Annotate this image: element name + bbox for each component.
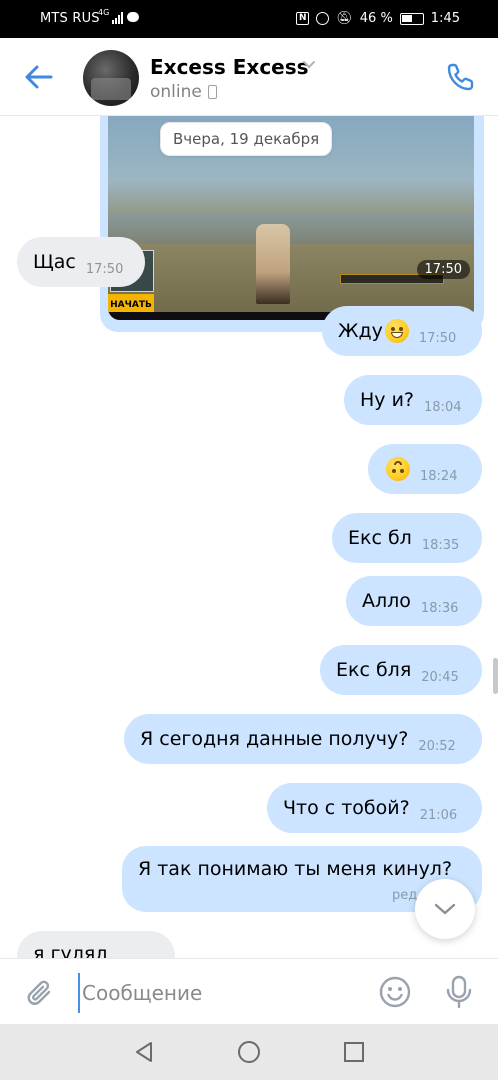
message-time: 17:50 [416, 260, 470, 279]
scrollbar[interactable] [493, 658, 498, 694]
status-right-group: N 🔕︎ 46 % 1:45 [296, 11, 460, 26]
clock: 1:45 [430, 11, 460, 26]
message-text: Алло [362, 590, 411, 612]
nav-recent-apps-icon[interactable] [343, 1041, 365, 1063]
outgoing-message[interactable]: Екс бля 20:45 [320, 645, 482, 695]
message-text: Что с тобой? [283, 797, 410, 819]
message-text: Жду [338, 320, 383, 342]
message-text: Ну и? [360, 389, 415, 411]
status-bar: MTS RUS 4G N 🔕︎ 46 % 1:45 [0, 0, 498, 38]
message-text: Я сегодня данные получу? [140, 728, 409, 750]
battery-percent: 46 % [359, 11, 393, 26]
message-notification-icon [127, 12, 139, 22]
message-time: 18:35 [421, 537, 460, 553]
mobile-device-icon [208, 85, 217, 99]
message-text: Екс бл [348, 527, 412, 549]
nav-back-icon[interactable] [132, 1040, 156, 1064]
incoming-message[interactable]: я гулял [17, 931, 175, 958]
message-time: 18:24 [420, 468, 458, 484]
message-text: Я так понимаю ты меня кинул? [138, 858, 453, 880]
chevron-down-icon [434, 903, 456, 915]
date-separator: Вчера, 19 декабря [160, 122, 333, 156]
mute-icon: 🔕︎ [336, 11, 353, 26]
outgoing-message[interactable]: Екс бл 18:35 [332, 513, 482, 563]
message-text: Екс бля [336, 659, 412, 681]
avatar[interactable] [83, 50, 139, 106]
network-type-label: 4G [98, 8, 110, 17]
phone-icon [447, 63, 474, 91]
outgoing-message[interactable]: Алло 18:36 [346, 576, 482, 626]
message-time: 20:45 [421, 669, 459, 685]
scroll-to-bottom-button[interactable] [415, 879, 475, 939]
message-input[interactable] [78, 973, 358, 1013]
message-time: 17:50 [85, 261, 124, 277]
nav-home-icon[interactable] [237, 1040, 261, 1064]
system-navigation-bar [0, 1024, 498, 1080]
message-text: я гулял [33, 943, 108, 958]
call-button[interactable] [444, 60, 478, 94]
online-status: online [150, 82, 202, 102]
edited-label: ред [392, 888, 418, 903]
outgoing-message[interactable]: Я сегодня данные получу? 20:52 [124, 714, 482, 764]
voice-message-button[interactable] [444, 975, 474, 1009]
message-time: 18:04 [424, 399, 462, 415]
attach-button[interactable] [24, 977, 56, 1009]
outgoing-message[interactable]: Жду 17:50 [322, 306, 482, 356]
battery-icon [399, 12, 424, 25]
message-time: 21:06 [419, 807, 458, 823]
message-time: 18:36 [420, 600, 459, 616]
outgoing-message[interactable]: 18:24 [368, 444, 482, 494]
incoming-message[interactable]: Щас 17:50 [17, 237, 145, 287]
message-text: Щас [33, 251, 76, 273]
smiley-icon [379, 976, 411, 1008]
upside-down-face-emoji-icon [386, 457, 410, 481]
emoji-button[interactable] [378, 975, 412, 1009]
chat-title[interactable]: Excess Excess [150, 55, 309, 79]
back-button[interactable] [22, 60, 56, 94]
game-character [256, 224, 290, 304]
paperclip-icon [27, 980, 51, 1005]
message-time: 17:50 [418, 330, 457, 346]
chevron-down-icon[interactable] [302, 60, 316, 70]
outgoing-message[interactable]: Ну и? 18:04 [344, 375, 482, 425]
chat-header: Excess Excess online [0, 38, 498, 116]
message-list[interactable]: НАЧАТЬ 17:50 Вчера, 19 декабря Щас 17:50… [0, 116, 498, 958]
microphone-icon [446, 975, 472, 1009]
signal-icon [112, 12, 123, 24]
grinning-face-emoji-icon [384, 319, 409, 343]
carrier-label: MTS RUS [40, 11, 100, 26]
alarm-icon [316, 12, 330, 25]
nfc-icon: N [296, 12, 310, 25]
message-time: 20:52 [418, 738, 456, 754]
outgoing-message[interactable]: Что с тобой? 21:06 [267, 783, 482, 833]
arrow-left-icon [25, 65, 53, 89]
message-composer [0, 958, 498, 1024]
